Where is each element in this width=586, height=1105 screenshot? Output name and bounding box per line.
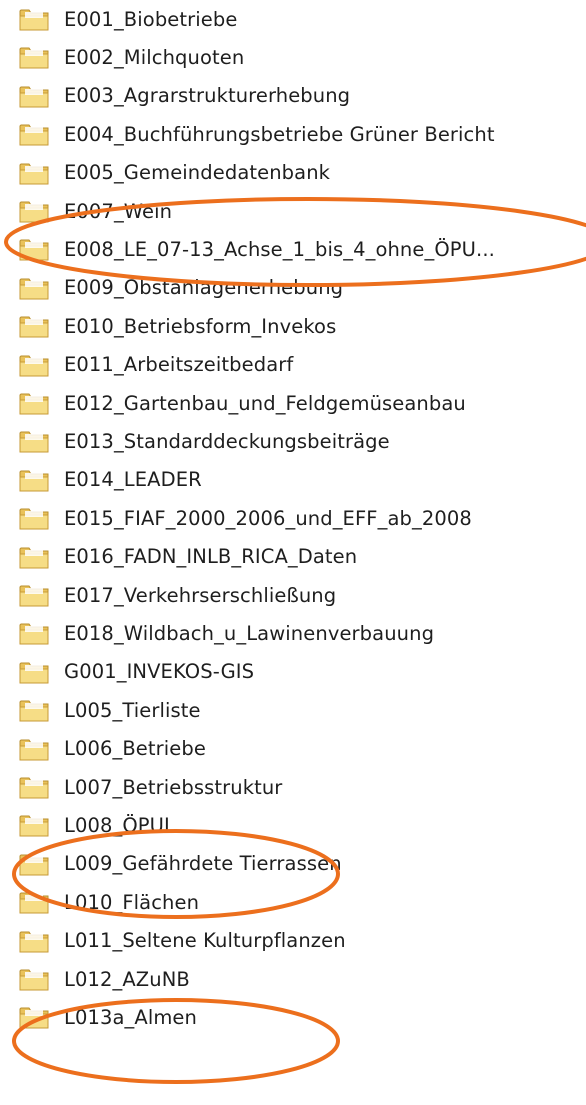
folder-label: L005_Tierliste: [64, 698, 201, 722]
folder-label: L011_Seltene Kulturpflanzen: [64, 929, 346, 953]
folder-icon: [19, 9, 49, 31]
folder-item[interactable]: E012_Gartenbau_und_Feldgemüseanbau: [18, 386, 466, 420]
folder-list: E001_Biobetriebe E002_Milchquoten E003_A…: [0, 0, 586, 1105]
folder-icon: [19, 700, 49, 722]
folder-icon: [19, 470, 49, 492]
folder-icon: [19, 931, 49, 953]
folder-label: E011_Arbeitszeitbedarf: [64, 353, 294, 377]
folder-item[interactable]: E008_LE_07-13_Achse_1_bis_4_ohne_ÖPU...: [18, 232, 495, 266]
folder-label: E003_Agrarstrukturerhebung: [64, 84, 351, 108]
folder-label: L006_Betriebe: [64, 737, 206, 761]
folder-item[interactable]: L006_Betriebe: [18, 732, 206, 766]
folder-label: E016_FADN_INLB_RICA_Daten: [64, 545, 358, 569]
folder-item[interactable]: E001_Biobetriebe: [18, 2, 237, 36]
folder-label: L008_ÖPUL: [64, 813, 175, 837]
folder-label: E009_Obstanlagenerhebung: [64, 276, 344, 300]
folder-label: L012_AZuNB: [64, 967, 190, 991]
folder-item[interactable]: E002_Milchquoten: [18, 40, 244, 74]
folder-icon: [19, 239, 49, 261]
folder-item[interactable]: E004_Buchführungsbetriebe Grüner Bericht: [18, 117, 495, 151]
folder-label: E001_Biobetriebe: [64, 7, 238, 31]
folder-label: E013_Standarddeckungsbeiträge: [64, 429, 390, 453]
folder-item[interactable]: L007_Betriebsstruktur: [18, 770, 282, 804]
folder-item[interactable]: E018_Wildbach_u_Lawinenverbauung: [18, 616, 434, 650]
folder-item[interactable]: L012_AZuNB: [18, 962, 190, 996]
folder-item[interactable]: L010_Flächen: [18, 885, 199, 919]
folder-label: L007_Betriebsstruktur: [64, 775, 283, 799]
folder-label: E012_Gartenbau_und_Feldgemüseanbau: [64, 391, 466, 415]
folder-label: G001_INVEKOS-GIS: [64, 660, 255, 684]
folder-icon: [19, 431, 49, 453]
folder-icon: [19, 777, 49, 799]
folder-item[interactable]: G001_INVEKOS-GIS: [18, 655, 254, 689]
folder-item[interactable]: E015_FIAF_2000_2006_und_EFF_ab_2008: [18, 501, 472, 535]
folder-item[interactable]: E009_Obstanlagenerhebung: [18, 271, 343, 305]
folder-item[interactable]: E007_Wein: [18, 194, 172, 228]
folder-label: E002_Milchquoten: [64, 45, 245, 69]
folder-icon: [19, 163, 49, 185]
folder-label: E018_Wildbach_u_Lawinenverbauung: [64, 621, 435, 645]
folder-icon: [19, 1007, 49, 1029]
folder-item[interactable]: L005_Tierliste: [18, 693, 201, 727]
folder-icon: [19, 585, 49, 607]
folder-item[interactable]: L008_ÖPUL: [18, 808, 175, 842]
folder-icon: [19, 316, 49, 338]
folder-item[interactable]: E017_Verkehrserschließung: [18, 578, 336, 612]
folder-label: E005_Gemeindedatenbank: [64, 161, 331, 185]
folder-icon: [19, 662, 49, 684]
folder-label: E010_Betriebsform_Invekos: [64, 314, 337, 338]
folder-item[interactable]: E003_Agrarstrukturerhebung: [18, 79, 350, 113]
folder-label: E004_Buchführungsbetriebe Grüner Bericht: [64, 122, 495, 146]
folder-item[interactable]: E005_Gemeindedatenbank: [18, 156, 330, 190]
folder-item[interactable]: L009_Gefährdete Tierrassen: [18, 847, 342, 881]
folder-label: E014_LEADER: [64, 468, 202, 492]
folder-icon: [19, 815, 49, 837]
folder-icon: [19, 854, 49, 876]
folder-item[interactable]: E014_LEADER: [18, 463, 202, 497]
folder-item[interactable]: L011_Seltene Kulturpflanzen: [18, 924, 346, 958]
folder-icon: [19, 623, 49, 645]
folder-icon: [19, 278, 49, 300]
folder-icon: [19, 892, 49, 914]
folder-icon: [19, 508, 49, 530]
folder-label: E007_Wein: [64, 199, 173, 223]
folder-icon: [19, 47, 49, 69]
folder-label: E015_FIAF_2000_2006_und_EFF_ab_2008: [64, 506, 472, 530]
folder-icon: [19, 201, 49, 223]
folder-item[interactable]: L013a_Almen: [18, 1000, 197, 1034]
folder-label: L013a_Almen: [64, 1005, 197, 1029]
folder-icon: [19, 355, 49, 377]
folder-item[interactable]: E013_Standarddeckungsbeiträge: [18, 424, 390, 458]
folder-icon: [19, 739, 49, 761]
folder-icon: [19, 86, 49, 108]
folder-label: L009_Gefährdete Tierrassen: [64, 852, 342, 876]
folder-icon: [19, 547, 49, 569]
folder-item[interactable]: E010_Betriebsform_Invekos: [18, 309, 336, 343]
folder-item[interactable]: E016_FADN_INLB_RICA_Daten: [18, 540, 357, 574]
folder-icon: [19, 124, 49, 146]
folder-label: L010_Flächen: [64, 890, 200, 914]
folder-label: E017_Verkehrserschließung: [64, 583, 337, 607]
folder-label: E008_LE_07-13_Achse_1_bis_4_ohne_ÖPU...: [64, 237, 495, 261]
folder-item[interactable]: E011_Arbeitszeitbedarf: [18, 348, 293, 382]
folder-icon: [19, 969, 49, 991]
folder-icon: [19, 393, 49, 415]
